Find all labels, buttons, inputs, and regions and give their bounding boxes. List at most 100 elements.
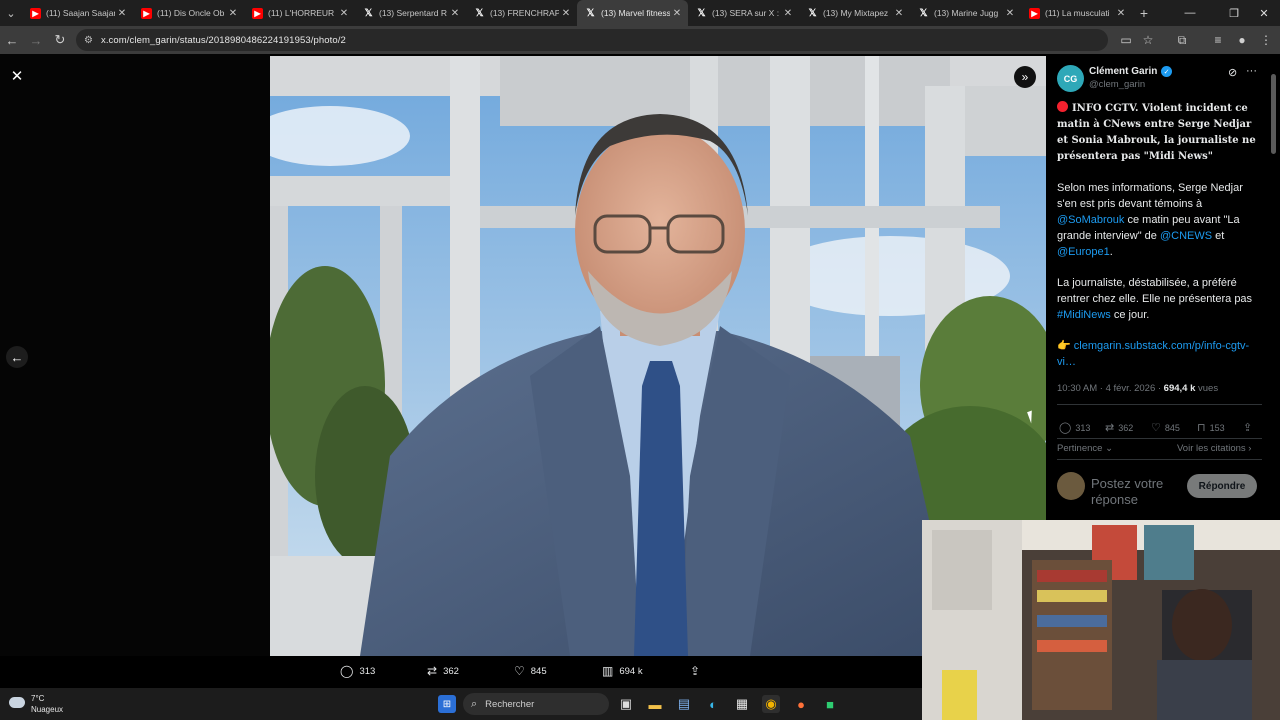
hashtag-link[interactable]: #MidiNews [1057, 309, 1111, 321]
view-quotes-link[interactable]: Voir les citations › [1177, 443, 1251, 454]
bookmark-count: 153 [1209, 422, 1225, 433]
back-icon[interactable]: ← [2, 30, 22, 50]
repost-action[interactable]: ⇄ 362 [427, 664, 459, 678]
reply-input[interactable]: Postez votre réponse [1091, 476, 1187, 510]
reply-action[interactable]: ◯ 313 [340, 664, 375, 678]
chevron-down-icon: ⌄ [1105, 443, 1114, 454]
start-windows-icon[interactable]: ⊞ [438, 695, 456, 713]
text-span: et [1212, 230, 1225, 242]
new-tab-button[interactable]: + [1132, 5, 1156, 21]
url-field[interactable]: ⚙ x.com/clem_garin/status/20189804862241… [76, 29, 1108, 51]
file-explorer-icon[interactable]: ▬ [646, 695, 664, 713]
browser-tab[interactable]: ▶ (11) La musculati ✕ [1021, 0, 1132, 26]
youtube-icon: ▶ [1029, 7, 1040, 19]
tab-search-icon[interactable]: ⌄ [0, 0, 22, 26]
timestamp[interactable]: 10:30 AM · 4 févr. 2026 · [1057, 383, 1164, 394]
red-circle-icon [1057, 101, 1068, 112]
extensions-icon[interactable]: ⧉ [1172, 30, 1192, 50]
tab-close-icon[interactable]: ✕ [448, 8, 462, 19]
mention-link[interactable]: @Europe1 [1057, 246, 1110, 258]
cloud-icon[interactable] [9, 697, 25, 708]
profile-icon[interactable]: ● [1232, 30, 1252, 50]
tab-close-icon[interactable]: ✕ [1003, 8, 1017, 19]
user-avatar[interactable] [1057, 472, 1085, 500]
tweet-text: INFO CGTV. Violent incident ce matin à C… [1057, 101, 1262, 385]
sidebar-bookmark[interactable]: ⊓ 153 [1197, 421, 1225, 434]
taskbar-search[interactable]: ⌕ Rechercher [463, 693, 609, 715]
tab-close-icon[interactable]: ✕ [115, 8, 129, 19]
youtube-icon: ▶ [30, 7, 41, 19]
scrollbar[interactable] [1271, 74, 1276, 154]
author-handle[interactable]: @clem_garin [1089, 79, 1145, 90]
edge-icon[interactable]: ◐ [704, 695, 722, 713]
substack-link[interactable]: clemgarin.substack.com/p/info-cgtv-vi… [1057, 340, 1249, 368]
sort-label: Pertinence [1057, 443, 1103, 454]
photo-action-bar: ◯ 313 ⇄ 362 ♡ 845 ▥ 694 k ⇪ [0, 656, 922, 688]
tab-close-icon[interactable]: ✕ [559, 8, 573, 19]
browser-tab[interactable]: 𝕏 (13) My Mixtapez ✕ [799, 0, 910, 26]
mention-link[interactable]: @SoMabrouk [1057, 214, 1124, 226]
cast-icon[interactable]: ▭ [1116, 30, 1136, 50]
views-action[interactable]: ▥ 694 k [602, 664, 643, 678]
reply-icon: ◯ [340, 664, 354, 678]
author-name[interactable]: Clément Garin [1089, 66, 1157, 77]
grok-icon[interactable]: ⊘ [1228, 66, 1237, 79]
browser-tab[interactable]: 𝕏 (13) Serpentard R ✕ [355, 0, 466, 26]
site-info-icon[interactable]: ⚙ [84, 35, 93, 46]
firefox-icon[interactable]: ● [792, 695, 810, 713]
store-bag-icon[interactable]: ▦ [733, 695, 751, 713]
tab-title: (11) Saajan Saajan [46, 8, 115, 18]
dimmed-background [0, 54, 270, 656]
menu-icon[interactable]: ⋮ [1256, 30, 1276, 50]
minimize-icon[interactable]: — [1172, 0, 1208, 26]
avatar[interactable]: CG [1057, 65, 1084, 92]
weather-temperature[interactable]: 7°C [31, 694, 44, 703]
sidebar-like[interactable]: ♡ 845 [1151, 421, 1180, 434]
views-label: vues [1195, 383, 1219, 394]
x-logo-icon: 𝕏 [808, 7, 817, 19]
task-view-icon[interactable]: ▣ [617, 695, 635, 713]
close-icon[interactable]: ✕ [8, 67, 26, 85]
share-action[interactable]: ⇪ [690, 664, 706, 678]
browser-tab[interactable]: ▶ (11) Dis Oncle Ob ✕ [133, 0, 244, 26]
more-options-icon[interactable]: ··· [1246, 65, 1257, 77]
tab-close-icon[interactable]: ✕ [670, 8, 684, 19]
reload-icon[interactable]: ↻ [50, 30, 70, 50]
tab-title: (11) La musculati [1045, 8, 1110, 18]
tab-close-icon[interactable]: ✕ [892, 8, 906, 19]
store-icon[interactable]: ▤ [675, 695, 693, 713]
browser-tab[interactable]: ▶ (11) L'HORREUR D ✕ [244, 0, 355, 26]
tab-strip: ⌄ ▶ (11) Saajan Saajan ✕ ▶ (11) Dis Oncle Ob… [0, 0, 1280, 26]
pointing-hand-icon: 👉 [1057, 340, 1071, 352]
browser-tab[interactable]: 𝕏 (13) Marvel fitness ✕ [577, 0, 688, 26]
tab-close-icon[interactable]: ✕ [337, 8, 351, 19]
forward-icon[interactable]: → [26, 30, 46, 50]
expand-sidebar-icon[interactable]: » [1014, 66, 1036, 88]
browser-tab[interactable]: 𝕏 (13) FRENCHRAP ✕ [466, 0, 577, 26]
weather-description[interactable]: Nuageux [31, 705, 63, 714]
browser-tab[interactable]: ▶ (11) Saajan Saajan ✕ [22, 0, 133, 26]
reply-button[interactable]: Répondre [1187, 474, 1257, 498]
tab-close-icon[interactable]: ✕ [781, 8, 795, 19]
sidebar-reply[interactable]: ◯ 313 [1059, 421, 1090, 434]
sidebar-repost[interactable]: ⇄ 362 [1105, 421, 1133, 434]
app-icon[interactable]: ■ [821, 695, 839, 713]
share-icon: ⇪ [690, 664, 701, 678]
tab-close-icon[interactable]: ✕ [1114, 8, 1128, 19]
mention-link[interactable]: @CNEWS [1160, 230, 1212, 242]
sort-dropdown[interactable]: Pertinence ⌄ [1057, 443, 1113, 454]
reply-count: 313 [359, 665, 376, 677]
previous-photo-button[interactable]: ← [6, 346, 28, 368]
tab-close-icon[interactable]: ✕ [226, 8, 240, 19]
browser-tab[interactable]: 𝕏 (13) Marine Jugg ✕ [910, 0, 1021, 26]
bookmark-star-icon[interactable]: ☆ [1138, 30, 1158, 50]
browser-tab[interactable]: 𝕏 (13) SERA sur X : ✕ [688, 0, 799, 26]
tab-title: (11) L'HORREUR D [268, 8, 337, 18]
chrome-icon[interactable]: ◉ [762, 695, 780, 713]
close-window-icon[interactable]: ✕ [1246, 0, 1280, 26]
sidebar-share[interactable]: ⇪ [1243, 421, 1256, 434]
quotes-label: Voir les citations [1177, 443, 1246, 454]
reading-list-icon[interactable]: ≡ [1208, 30, 1228, 50]
like-action[interactable]: ♡ 845 [514, 664, 547, 678]
youtube-icon: ▶ [141, 7, 152, 19]
